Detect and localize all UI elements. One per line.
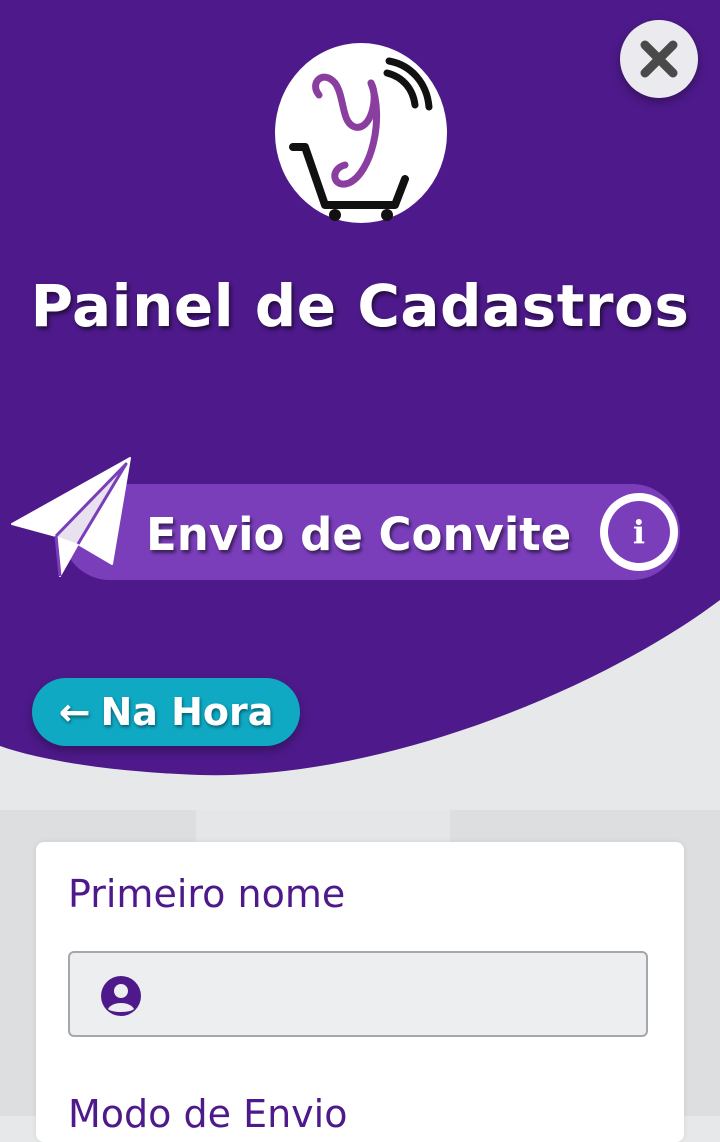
na-hora-button[interactable]: ← Na Hora <box>32 678 300 746</box>
invite-label: Envio de Convite <box>146 508 572 561</box>
info-button[interactable]: i <box>600 493 678 571</box>
info-icon: i <box>608 501 670 563</box>
na-hora-label: Na Hora <box>100 690 274 734</box>
first-name-input[interactable] <box>68 951 648 1037</box>
close-icon <box>640 40 678 78</box>
send-mode-label: Modo de Envio <box>68 1092 348 1136</box>
first-name-label: Primeiro nome <box>68 872 346 916</box>
arrow-left-icon: ← <box>58 690 91 734</box>
page-title: Painel de Cadastros <box>30 272 690 340</box>
paper-plane-icon <box>11 457 131 577</box>
app-logo <box>275 43 447 223</box>
user-circle-icon <box>101 976 141 1016</box>
close-button[interactable] <box>620 20 698 98</box>
logo-mark <box>289 57 433 221</box>
